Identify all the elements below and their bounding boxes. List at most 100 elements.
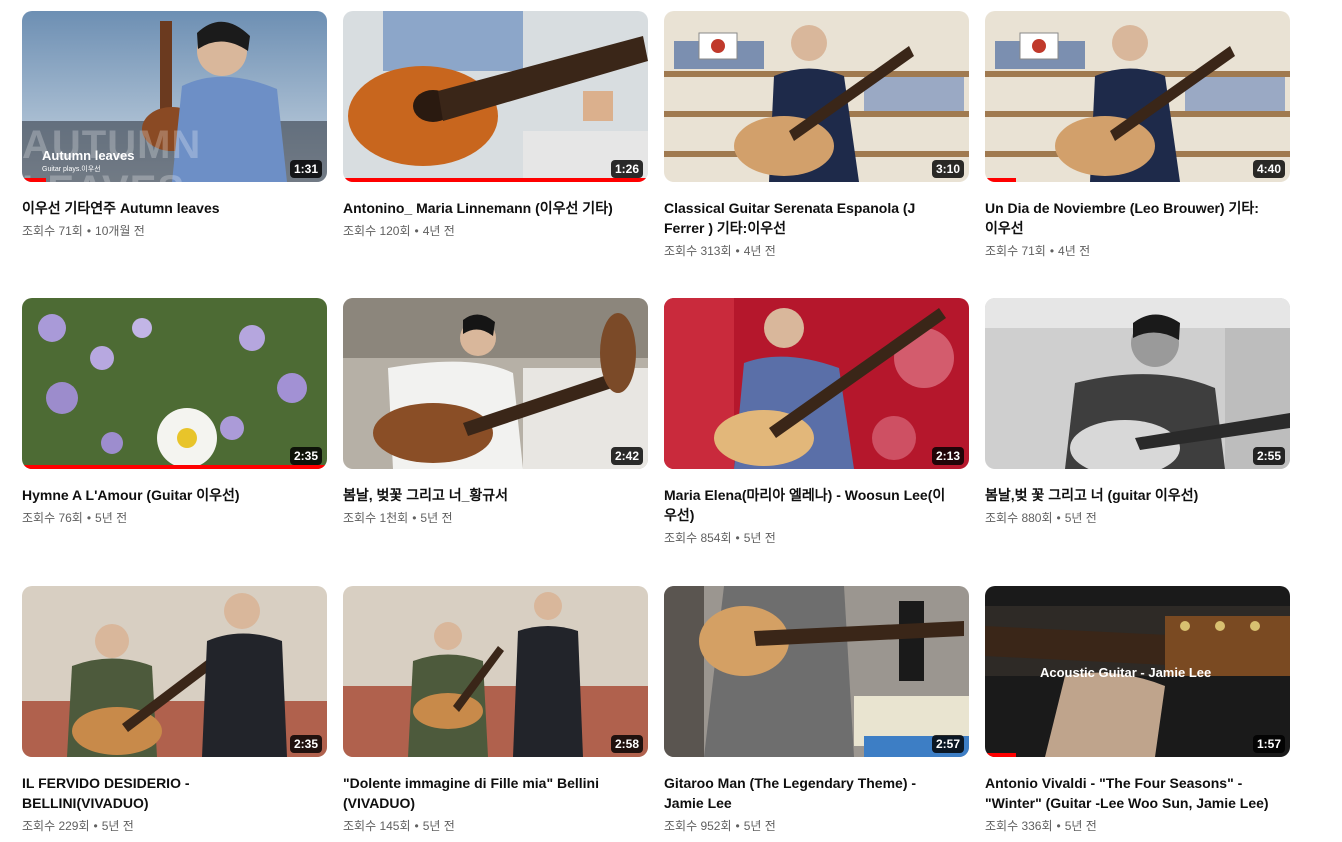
video-meta: 조회수 120회 • 4년 전 <box>343 222 648 240</box>
video-thumbnail[interactable]: 2:42 <box>343 298 648 469</box>
view-count: 조회수 71회 <box>985 244 1046 258</box>
upload-age: 5년 전 <box>743 819 776 833</box>
video-title[interactable]: "Dolente immagine di Fille mia" Bellini … <box>343 773 628 813</box>
video-card[interactable]: Acoustic Guitar - Jamie Lee 1:57 Antonio… <box>985 586 1290 835</box>
upload-age: 5년 전 <box>743 531 776 545</box>
view-count: 조회수 952회 <box>664 819 732 833</box>
thumbnail-overlay-text: Autumn leaves <box>42 148 135 163</box>
video-duration: 2:42 <box>610 447 643 465</box>
upload-age: 4년 전 <box>743 244 776 258</box>
video-meta: 조회수 313회 • 4년 전 <box>664 242 969 260</box>
video-title[interactable]: Hymne A L'Amour (Guitar 이우선) <box>22 485 307 505</box>
meta-separator: • <box>1056 511 1061 525</box>
video-thumbnail[interactable]: 2:57 <box>664 586 969 757</box>
video-title[interactable]: 봄날,벚 꽃 그리고 너 (guitar 이우선) <box>985 485 1270 505</box>
meta-separator: • <box>412 511 417 525</box>
video-duration: 2:55 <box>1252 447 1285 465</box>
video-title[interactable]: Classical Guitar Serenata Espanola (J Fe… <box>664 198 949 238</box>
video-card[interactable]: 2:58 "Dolente immagine di Fille mia" Bel… <box>343 586 648 835</box>
view-count: 조회수 145회 <box>343 819 411 833</box>
video-card[interactable]: 2:42 봄날, 벚꽃 그리고 너_황규서 조회수 1천회 • 5년 전 <box>343 298 648 527</box>
video-duration: 2:58 <box>610 735 643 753</box>
meta-separator: • <box>93 819 98 833</box>
meta-separator: • <box>735 244 740 258</box>
view-count: 조회수 76회 <box>22 511 83 525</box>
view-count: 조회수 313회 <box>664 244 732 258</box>
video-card[interactable]: 2:35 Hymne A L'Amour (Guitar 이우선) 조회수 76… <box>22 298 327 527</box>
thumbnail-overlay-text: Acoustic Guitar - Jamie Lee <box>1040 665 1212 680</box>
video-meta: 조회수 229회 • 5년 전 <box>22 817 327 835</box>
view-count: 조회수 229회 <box>22 819 90 833</box>
video-duration: 2:35 <box>289 447 322 465</box>
upload-age: 4년 전 <box>1058 244 1091 258</box>
video-card[interactable]: 3:10 Classical Guitar Serenata Espanola … <box>664 11 969 260</box>
upload-age: 4년 전 <box>422 224 455 238</box>
view-count: 조회수 854회 <box>664 531 732 545</box>
video-duration: 1:31 <box>289 160 322 178</box>
video-title[interactable]: 이우선 기타연주 Autumn leaves <box>22 198 307 218</box>
video-duration: 1:26 <box>610 160 643 178</box>
video-duration: 2:13 <box>931 447 964 465</box>
meta-separator: • <box>1049 244 1055 258</box>
video-thumbnail[interactable]: 2:58 <box>343 586 648 757</box>
video-card[interactable]: 4:40 Un Dia de Noviembre (Leo Brouwer) 기… <box>985 11 1290 260</box>
video-thumbnail[interactable]: 2:35 <box>22 586 327 757</box>
watch-progress-bar <box>343 178 648 182</box>
video-duration: 1:57 <box>1252 735 1285 753</box>
video-grid: AUTUMN LEAVES Autumn leaves Guitar plays… <box>0 0 1342 842</box>
video-title[interactable]: Un Dia de Noviembre (Leo Brouwer) 기타:이우선 <box>985 198 1270 238</box>
video-card[interactable]: AUTUMN LEAVES Autumn leaves Guitar plays… <box>22 11 327 240</box>
upload-age: 10개월 전 <box>95 224 145 238</box>
video-meta: 조회수 71회 • 4년 전 <box>985 242 1290 260</box>
video-meta: 조회수 1천회 • 5년 전 <box>343 509 648 527</box>
video-card[interactable]: 2:35 IL FERVIDO DESIDERIO - BELLINI(VIVA… <box>22 586 327 835</box>
video-duration: 2:57 <box>931 735 964 753</box>
view-count: 조회수 336회 <box>985 819 1053 833</box>
upload-age: 5년 전 <box>1064 511 1097 525</box>
video-meta: 조회수 71회 • 10개월 전 <box>22 222 327 240</box>
video-meta: 조회수 76회 • 5년 전 <box>22 509 327 527</box>
video-thumbnail[interactable]: 2:55 <box>985 298 1290 469</box>
video-title[interactable]: IL FERVIDO DESIDERIO - BELLINI(VIVADUO) <box>22 773 307 813</box>
video-title[interactable]: Antonino_ Maria Linnemann (이우선 기타) <box>343 198 628 218</box>
meta-separator: • <box>86 511 92 525</box>
view-count: 조회수 1천회 <box>343 511 409 525</box>
video-title[interactable]: Antonio Vivaldi - "The Four Seasons" - "… <box>985 773 1270 813</box>
video-meta: 조회수 145회 • 5년 전 <box>343 817 648 835</box>
view-count: 조회수 71회 <box>22 224 83 238</box>
meta-separator: • <box>414 819 419 833</box>
video-title[interactable]: Gitaroo Man (The Legendary Theme) - Jami… <box>664 773 949 813</box>
video-card[interactable]: 1:26 Antonino_ Maria Linnemann (이우선 기타) … <box>343 11 648 240</box>
watch-progress-bar <box>985 178 1016 182</box>
video-card[interactable]: 2:55 봄날,벚 꽃 그리고 너 (guitar 이우선) 조회수 880회 •… <box>985 298 1290 527</box>
video-duration: 2:35 <box>289 735 322 753</box>
video-meta: 조회수 336회 • 5년 전 <box>985 817 1290 835</box>
video-thumbnail[interactable]: 3:10 <box>664 11 969 182</box>
video-card[interactable]: 2:13 Maria Elena(마리아 엘레나) - Woosun Lee(이… <box>664 298 969 547</box>
meta-separator: • <box>1056 819 1061 833</box>
video-duration: 4:40 <box>1252 160 1285 178</box>
view-count: 조회수 880회 <box>985 511 1053 525</box>
upload-age: 5년 전 <box>95 511 128 525</box>
video-thumbnail[interactable]: 2:13 <box>664 298 969 469</box>
thumbnail-overlay-text: Guitar plays.이우선 <box>42 166 101 173</box>
video-meta: 조회수 880회 • 5년 전 <box>985 509 1290 527</box>
video-card[interactable]: 2:57 Gitaroo Man (The Legendary Theme) -… <box>664 586 969 835</box>
meta-separator: • <box>86 224 92 238</box>
meta-separator: • <box>414 224 419 238</box>
watch-progress-bar <box>985 753 1016 757</box>
video-thumbnail[interactable]: 2:35 <box>22 298 327 469</box>
video-thumbnail[interactable]: 1:26 <box>343 11 648 182</box>
video-thumbnail[interactable]: 4:40 <box>985 11 1290 182</box>
video-title[interactable]: 봄날, 벚꽃 그리고 너_황규서 <box>343 485 628 505</box>
meta-separator: • <box>735 531 740 545</box>
video-thumbnail[interactable]: AUTUMN LEAVES Autumn leaves Guitar plays… <box>22 11 327 182</box>
upload-age: 5년 전 <box>422 819 455 833</box>
video-title[interactable]: Maria Elena(마리아 엘레나) - Woosun Lee(이우선) <box>664 485 949 525</box>
watch-progress-bar <box>22 465 327 469</box>
upload-age: 5년 전 <box>101 819 134 833</box>
upload-age: 5년 전 <box>1064 819 1097 833</box>
video-thumbnail[interactable]: Acoustic Guitar - Jamie Lee 1:57 <box>985 586 1290 757</box>
video-meta: 조회수 854회 • 5년 전 <box>664 529 969 547</box>
upload-age: 5년 전 <box>420 511 453 525</box>
